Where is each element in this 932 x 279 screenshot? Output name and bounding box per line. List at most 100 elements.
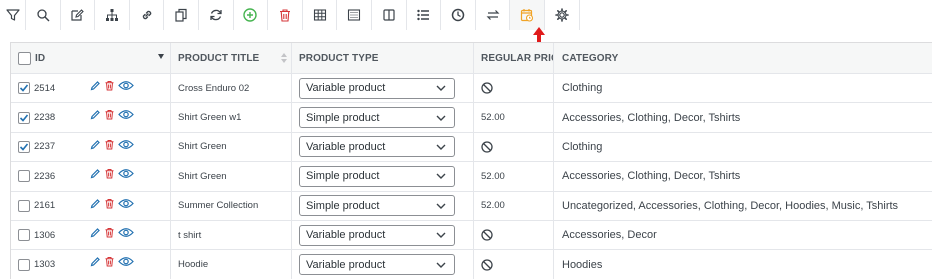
product-type-select[interactable]: Variable product xyxy=(299,136,455,158)
product-id: 1303 xyxy=(34,259,56,271)
view-icon[interactable] xyxy=(118,168,134,179)
category-cell[interactable]: Accessories, Decor xyxy=(554,221,932,249)
price-cell[interactable]: 52.00 xyxy=(474,162,554,191)
row-checkbox[interactable] xyxy=(18,229,30,242)
not-allowed-icon xyxy=(481,258,493,271)
edit-icon[interactable] xyxy=(90,109,101,120)
title-cell[interactable]: t shirt xyxy=(171,220,292,250)
row-checkbox[interactable] xyxy=(18,199,30,212)
edit-icon[interactable] xyxy=(90,139,101,150)
gear-icon xyxy=(554,8,569,22)
select-all-checkbox[interactable] xyxy=(18,51,31,65)
category-cell[interactable]: Hoodies xyxy=(554,250,932,278)
edit-icon[interactable] xyxy=(90,80,101,91)
price-cell[interactable]: 52.00 xyxy=(474,103,554,132)
product-type-select[interactable]: Variable product xyxy=(299,224,455,246)
price-cell xyxy=(474,250,554,279)
column-header-type[interactable]: PRODUCT TYPE xyxy=(292,43,474,73)
search-button[interactable] xyxy=(26,0,61,30)
columns-icon xyxy=(383,9,395,21)
view-icon[interactable] xyxy=(118,198,134,209)
column-header-title[interactable]: PRODUCT TITLE xyxy=(171,43,292,73)
trash-button[interactable] xyxy=(268,0,303,30)
bulk-edit-button[interactable] xyxy=(61,0,96,30)
title-cell[interactable]: Hoodie xyxy=(171,250,292,279)
category-cell[interactable]: Clothing xyxy=(554,133,932,161)
category-cell[interactable]: Clothing xyxy=(554,74,932,102)
view-icon[interactable] xyxy=(118,109,134,120)
edit-icon[interactable] xyxy=(90,227,101,238)
chevron-down-icon xyxy=(436,232,446,239)
view-icon[interactable] xyxy=(118,80,134,91)
category-cell[interactable]: Accessories, Clothing, Decor, Tshirts xyxy=(554,162,932,190)
sort-icon[interactable] xyxy=(281,53,287,63)
product-categories: Accessories, Clothing, Decor, Tshirts xyxy=(562,170,741,183)
product-type-select[interactable]: Simple product xyxy=(299,195,455,217)
spreadsheet-button[interactable] xyxy=(337,0,372,30)
delete-icon[interactable] xyxy=(104,139,115,150)
product-categories: Clothing xyxy=(562,140,603,153)
table-row: 2237 Shirt Green Variable product Clothi… xyxy=(11,132,932,163)
view-icon[interactable] xyxy=(118,139,134,150)
add-icon xyxy=(243,8,258,22)
row-checkbox[interactable] xyxy=(18,258,30,271)
table-header: ID PRODUCT TITLE PRODUCT TYPE REGULAR PR… xyxy=(11,43,932,74)
swap-button[interactable] xyxy=(476,0,511,30)
history-button[interactable] xyxy=(441,0,476,30)
column-header-id[interactable]: ID xyxy=(11,43,171,73)
delete-icon[interactable] xyxy=(104,168,115,179)
price-cell[interactable]: 52.00 xyxy=(474,191,554,220)
title-cell[interactable]: Shirt Green xyxy=(171,162,292,191)
title-cell[interactable]: Shirt Green w1 xyxy=(171,103,292,132)
product-type-select[interactable]: Variable product xyxy=(299,77,455,99)
product-type-select[interactable]: Simple product xyxy=(299,107,455,129)
sitemap-button[interactable] xyxy=(95,0,130,30)
product-categories: Accessories, Decor xyxy=(562,229,657,242)
id-cell: 2238 xyxy=(11,103,171,132)
title-cell[interactable]: Summer Collection xyxy=(171,191,292,220)
edit-icon[interactable] xyxy=(90,168,101,179)
list-button[interactable] xyxy=(407,0,442,30)
view-icon[interactable] xyxy=(118,256,134,267)
table-body: 2514 Cross Enduro 02 Variable product Cl… xyxy=(11,74,932,279)
chevron-down-icon xyxy=(436,115,446,121)
product-type-value: Simple product xyxy=(306,199,380,212)
product-type-select[interactable]: Variable product xyxy=(299,254,455,276)
delete-icon[interactable] xyxy=(104,256,115,267)
title-cell[interactable]: Cross Enduro 02 xyxy=(171,74,292,103)
products-grid: ID PRODUCT TITLE PRODUCT TYPE REGULAR PR… xyxy=(10,42,932,279)
filter-button[interactable] xyxy=(0,0,26,30)
refresh-button[interactable] xyxy=(199,0,234,30)
row-checkbox[interactable] xyxy=(18,170,30,183)
category-cell[interactable]: Accessories, Clothing, Decor, Tshirts xyxy=(554,103,932,131)
product-type-select[interactable]: Simple product xyxy=(299,165,455,187)
product-title: Shirt Green xyxy=(178,141,227,153)
delete-icon[interactable] xyxy=(104,227,115,238)
column-header-category[interactable]: CATEGORY xyxy=(554,43,932,73)
add-button[interactable] xyxy=(234,0,269,30)
duplicate-button[interactable] xyxy=(164,0,199,30)
gear-button[interactable] xyxy=(545,0,580,30)
delete-icon[interactable] xyxy=(104,80,115,91)
category-cell[interactable]: Uncategorized, Accessories, Clothing, De… xyxy=(554,192,932,220)
row-checkbox[interactable] xyxy=(18,82,30,95)
product-id: 2161 xyxy=(34,200,56,212)
schedule-button[interactable] xyxy=(510,0,545,30)
checkmark-icon xyxy=(19,84,29,92)
row-checkbox[interactable] xyxy=(18,111,30,124)
view-icon[interactable] xyxy=(118,227,134,238)
sort-desc-icon[interactable] xyxy=(158,54,164,59)
edit-icon[interactable] xyxy=(90,198,101,209)
row-checkbox[interactable] xyxy=(18,140,30,153)
price-cell xyxy=(474,132,554,162)
edit-icon[interactable] xyxy=(90,256,101,267)
table-row: 1303 Hoodie Variable product Hoodies xyxy=(11,250,932,279)
column-header-price[interactable]: REGULAR PRICE xyxy=(474,43,554,73)
columns-button[interactable] xyxy=(372,0,407,30)
link-button[interactable] xyxy=(130,0,165,30)
table-button[interactable] xyxy=(303,0,338,30)
delete-icon[interactable] xyxy=(104,109,115,120)
delete-icon[interactable] xyxy=(104,198,115,209)
title-cell[interactable]: Shirt Green xyxy=(171,132,292,162)
type-cell: Variable product xyxy=(292,220,474,250)
